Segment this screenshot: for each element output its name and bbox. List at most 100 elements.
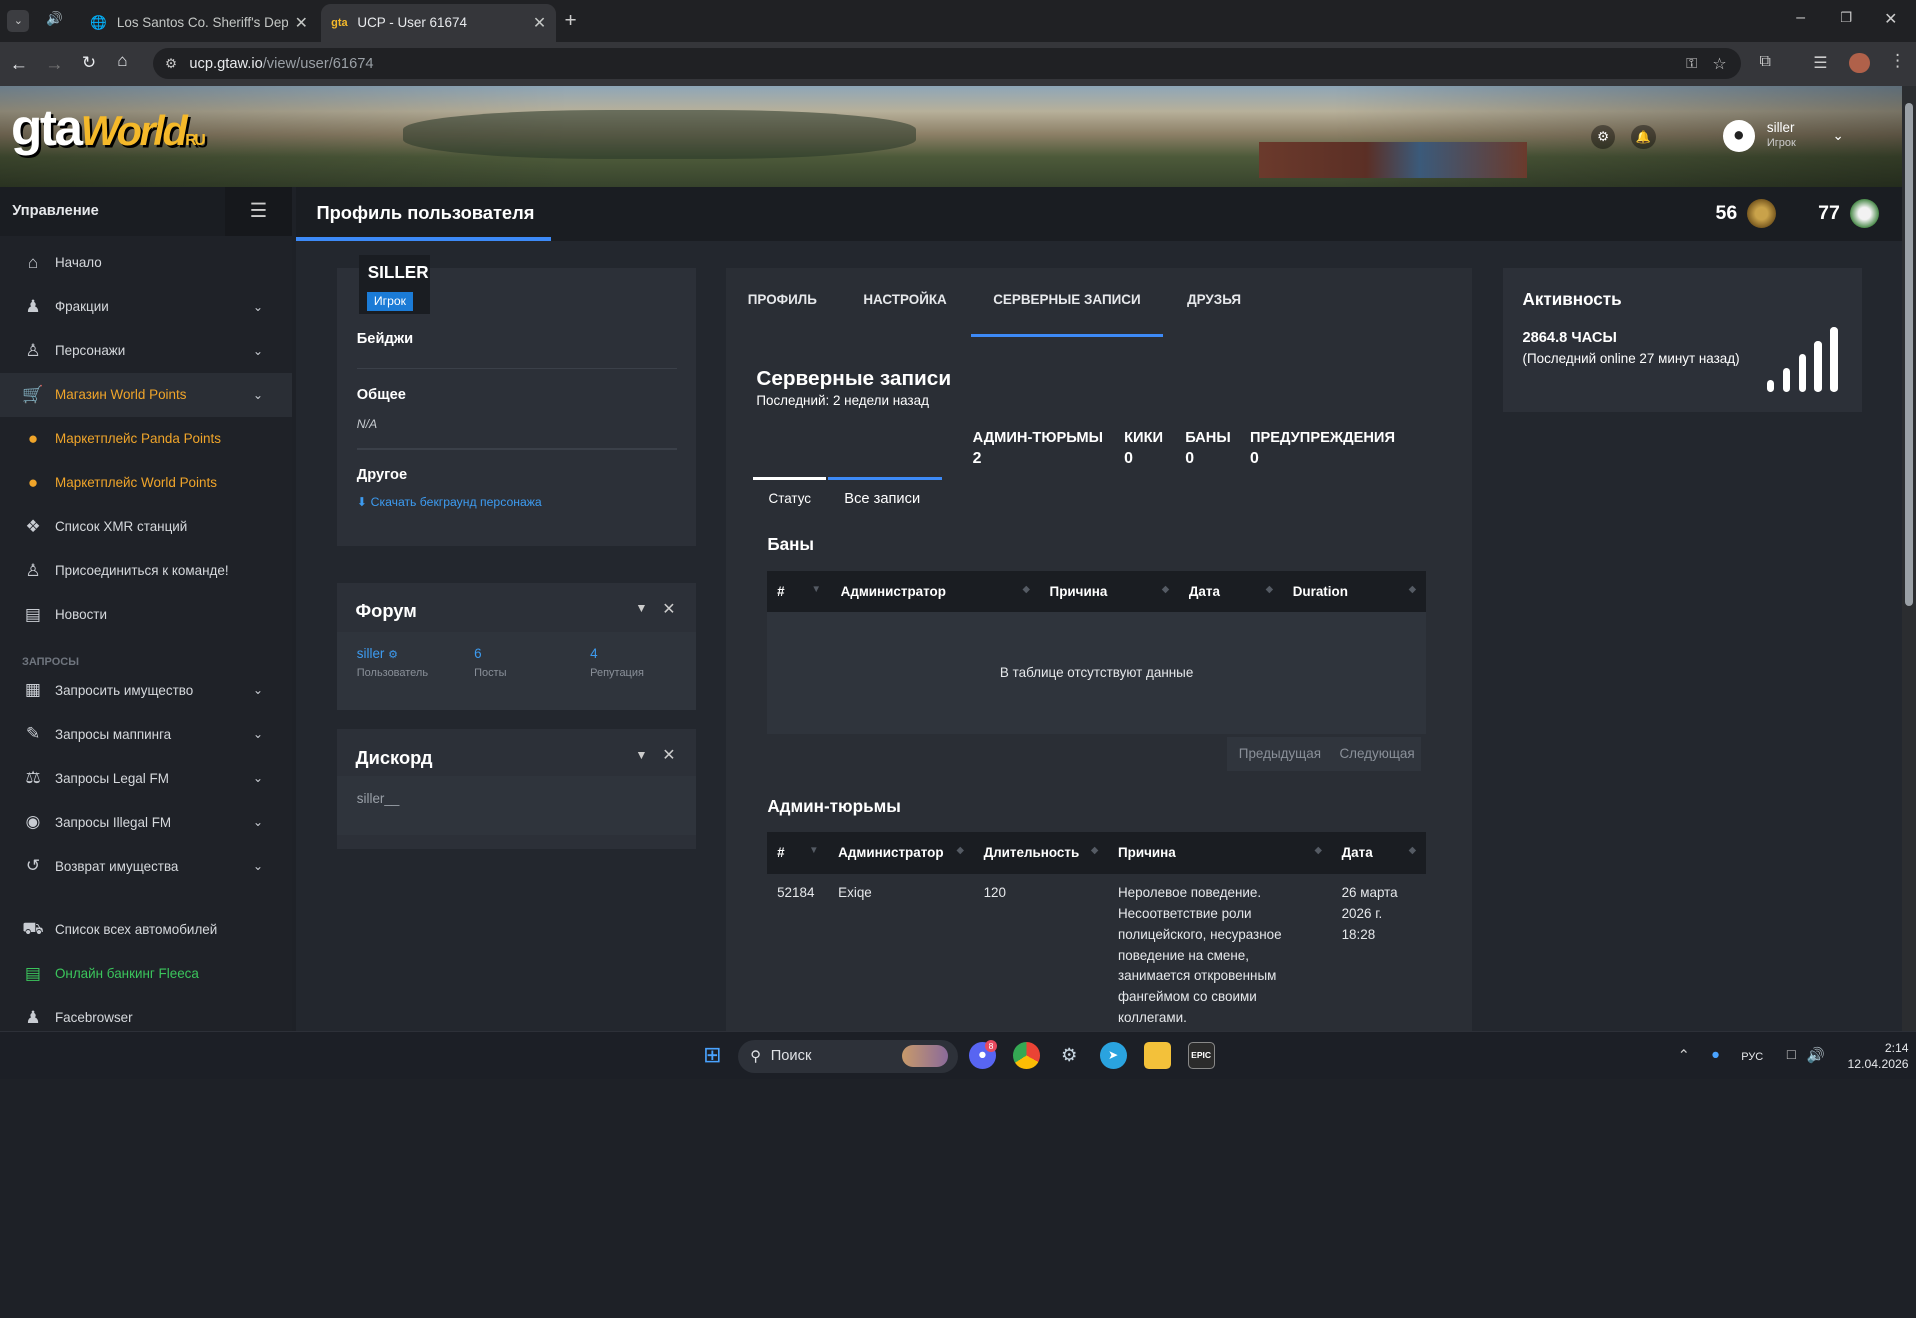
chevron-down-icon: ⌄ (252, 683, 264, 698)
key-icon[interactable]: ⚿ (1686, 56, 1697, 72)
restore-icon[interactable]: ❐ (1840, 10, 1852, 26)
forum-user-label: Пользователь (356, 667, 429, 680)
sidebar-item-label: Магазин World Points (54, 387, 187, 403)
col-date[interactable]: Дата ◆ (1179, 570, 1283, 613)
extensions-icon[interactable]: ⧉ (1760, 53, 1771, 71)
col-duration[interactable]: Duration ◆ (1282, 570, 1426, 613)
bell-icon[interactable]: 🔔 (1631, 124, 1656, 150)
network-icon[interactable]: □ (1778, 1042, 1805, 1069)
sidebar-item-panda-market[interactable]: ● Маркетплейс Panda Points (0, 417, 292, 461)
tab-sheriff[interactable]: 🌐 Los Santos Co. Sheriff's Depart ✕ (81, 4, 318, 42)
forum-rep[interactable]: 4 (590, 646, 597, 661)
profile-avatar-icon[interactable] (1848, 52, 1870, 74)
sidebar-item-vehicles[interactable]: ⛟ Список всех автомобилей (0, 908, 292, 952)
records-last: Последний: 2 недели назад (756, 393, 929, 409)
subtab-all-records[interactable]: Все записи (844, 491, 920, 507)
collapse-icon[interactable]: ▼ (635, 748, 647, 762)
records-title: Серверные записи (756, 366, 952, 390)
chevron-up-icon[interactable]: ⌃ (1670, 1042, 1697, 1069)
sidebar-item-illegal-fm[interactable]: ◉ Запросы Illegal FM ⌄ (0, 800, 292, 844)
sidebar-item-xmr[interactable]: ❖ Список XMR станций (0, 505, 292, 549)
favicon-icon: gta (331, 16, 348, 29)
collapse-icon[interactable]: ▼ (635, 601, 647, 615)
sidebar-item-facebrowser[interactable]: ♟ Facebrowser (0, 996, 292, 1032)
language-indicator[interactable]: РУС (1741, 1051, 1763, 1063)
sidebar-item-refund[interactable]: ↺ Возврат имущества ⌄ (0, 844, 292, 888)
user-menu[interactable]: ● siller Игрок ⌄ (1722, 119, 1844, 152)
sidebar-item-news[interactable]: ▤ Новости (0, 593, 292, 637)
close-icon[interactable]: ✕ (662, 599, 675, 619)
new-tab-icon[interactable]: + (565, 9, 577, 33)
address-bar-row: ← → ↻ ⌂ ⚙ ucp.gtaw.io/view/user/61674 ⚿ … (0, 41, 1916, 86)
col-reason[interactable]: Причина ◆ (1108, 832, 1332, 874)
close-icon[interactable]: ✕ (295, 13, 308, 33)
col-id[interactable]: # ▼ (767, 570, 831, 613)
hamburger-icon[interactable]: ☰ (224, 186, 293, 236)
col-date[interactable]: Дата ◆ (1331, 832, 1426, 874)
steam-icon[interactable]: ⚙ (1056, 1042, 1083, 1069)
taskbar-clock[interactable]: 2:14 12.04.2026 (1835, 1041, 1909, 1073)
subtab-all-bar (828, 476, 943, 481)
microphone-icon[interactable]: ● (1702, 1042, 1729, 1069)
next-button[interactable]: Следующая (1333, 736, 1422, 771)
tab-list-icon[interactable]: ⌄ (7, 9, 30, 32)
telegram-icon[interactable]: ➤ (1099, 1042, 1127, 1069)
site-logo[interactable]: gtaWorldRU (11, 98, 206, 157)
signal-bar (1782, 367, 1791, 393)
prev-button[interactable]: Предыдущая (1226, 736, 1334, 771)
sidebar-item-wp-market[interactable]: ● Маркетплейс World Points (0, 461, 292, 505)
sort-icon: ▼ (811, 583, 822, 595)
chevron-down-icon[interactable]: ⌄ (1832, 128, 1843, 144)
jails-table: # ▼ Администратор ◆ Длительность ◆ Причина ◆… (767, 832, 1426, 1038)
minimize-icon[interactable]: – (1796, 9, 1805, 27)
sidebar-item-label: Facebrowser (54, 1010, 133, 1026)
folder-icon[interactable] (1143, 1042, 1171, 1069)
forum-user[interactable]: siller ⚙ (357, 646, 398, 661)
subtab-status[interactable]: Статус (769, 491, 811, 506)
forward-icon[interactable]: → (45, 53, 63, 75)
sidebar-item-legal-fm[interactable]: ⚖ Запросы Legal FM ⌄ (0, 756, 292, 800)
sidebar-item-home[interactable]: ⌂ Начало (0, 241, 292, 285)
tab-settings[interactable]: НАСТРОЙКА (863, 292, 946, 307)
sidebar-item-factions[interactable]: ♟ Фракции ⌄ (0, 285, 292, 329)
start-icon[interactable]: ⊞ (699, 1042, 726, 1069)
url-field[interactable]: ⚙ ucp.gtaw.io/view/user/61674 ⚿ ☆ (152, 47, 1742, 80)
col-admin[interactable]: Администратор ◆ (830, 570, 1040, 613)
menu-dots-icon[interactable]: ⋮ (1889, 51, 1906, 71)
coins-icon: ● (27, 428, 39, 448)
tab-server-records[interactable]: СЕРВЕРНЫЕ ЗАПИСИ (971, 292, 1163, 339)
col-id[interactable]: # ▼ (767, 832, 829, 874)
tab-friends[interactable]: ДРУЗЬЯ (1187, 292, 1241, 307)
sidebar-item-wp-shop[interactable]: 🛒 Магазин World Points ⌄ (0, 372, 293, 417)
col-duration[interactable]: Длительность ◆ (973, 832, 1109, 874)
col-reason[interactable]: Причина ◆ (1039, 570, 1180, 613)
sidebar-item-request-property[interactable]: ▦ Запросить имущество ⌄ (0, 668, 292, 712)
sidebar-item-characters[interactable]: ♙ Персонажи ⌄ (0, 329, 292, 373)
page-scrollbar[interactable] (1902, 85, 1916, 1032)
back-icon[interactable]: ← (10, 53, 28, 75)
close-window-icon[interactable]: ✕ (1884, 9, 1897, 29)
volume-icon[interactable]: 🔊 (1802, 1042, 1829, 1069)
star-icon[interactable]: ☆ (1712, 54, 1726, 74)
sidebar-item-mapping[interactable]: ✎ Запросы маппинга ⌄ (0, 712, 292, 756)
forum-posts[interactable]: 6 (474, 646, 481, 661)
close-icon[interactable]: ✕ (533, 13, 546, 33)
chrome-icon[interactable] (1012, 1042, 1040, 1069)
tab-profile[interactable]: ПРОФИЛЬ (748, 292, 817, 307)
banner-terrain (403, 109, 917, 159)
media-icon[interactable]: ☰ (1813, 53, 1827, 73)
site-info-icon[interactable]: ⚙ (165, 56, 177, 72)
main-content: SILLER Игрок Бейджи Общее N/A Другое ⬇ Ск… (295, 240, 1903, 1032)
download-background-link[interactable]: ⬇ Скачать бекграунд персонажа (357, 495, 542, 509)
taskbar-search[interactable]: ⚲ Поиск (738, 1039, 958, 1073)
close-icon[interactable]: ✕ (662, 745, 675, 765)
col-admin[interactable]: Администратор ◆ (828, 832, 974, 874)
scrollbar-thumb[interactable] (1904, 102, 1914, 607)
home-button-icon[interactable]: ⌂ (117, 51, 127, 71)
sidebar-item-fleeca[interactable]: ▤ Онлайн банкинг Fleeca (0, 952, 292, 996)
tab-ucp[interactable]: gta UCP - User 61674 ✕ (321, 3, 556, 42)
epic-games-icon[interactable]: EPIC (1187, 1042, 1215, 1069)
speaker-icon[interactable]: 🔊 (46, 11, 63, 27)
sidebar-item-join-team[interactable]: ♙ Присоединиться к команде! (0, 549, 292, 593)
reload-icon[interactable]: ↻ (82, 53, 96, 73)
